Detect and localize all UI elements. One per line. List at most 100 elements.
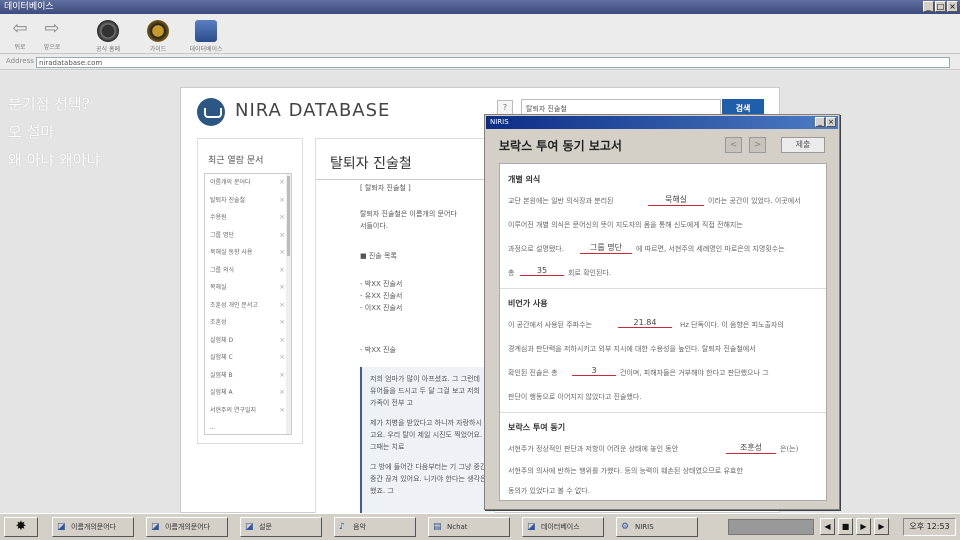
close-icon[interactable]: × [279, 332, 285, 350]
list-item[interactable]: 실험체 B × [205, 367, 291, 385]
guide-button[interactable]: 가이드 [138, 18, 178, 53]
taskbar-item[interactable]: ⚙ NIRIS [616, 517, 698, 537]
niris-window-title: NIRIS [490, 118, 509, 126]
arrow-right-icon: ⇨ [44, 18, 60, 39]
report-text: 교단 본원에는 일반 의식장과 분리된 [508, 197, 614, 205]
list-item[interactable]: 묵해실 동향 사용 × [205, 244, 291, 262]
statement-heading: - 박XX 진술 [360, 346, 396, 354]
divider [316, 179, 494, 180]
address-bar: Address [0, 55, 960, 70]
emblem-icon [147, 20, 169, 42]
answer-blank[interactable]: 35 [520, 266, 564, 276]
list-item[interactable]: ... [205, 419, 291, 434]
close-icon[interactable]: × [279, 227, 285, 245]
report-text: 서현주가 정상적인 판단과 저항이 어려운 상태에 놓인 동안 [508, 445, 679, 453]
close-icon[interactable]: × [279, 297, 285, 315]
report-text: 회로 확인된다. [568, 269, 612, 277]
start-button[interactable]: ✸ [4, 517, 38, 537]
taskbar-item[interactable]: ◪ 설문 [240, 517, 322, 537]
taskbar-item[interactable]: ◪ 이름개의문어다 [146, 517, 228, 537]
document-desc: 탈퇴자 진술철은 이름개의 문어다 [360, 210, 457, 218]
media-progress-bar[interactable] [728, 519, 814, 535]
niris-titlebar: NIRIS _ × [486, 116, 838, 129]
list-item[interactable]: 목해실 × [205, 279, 291, 297]
stop-icon: ■ [841, 522, 850, 531]
site-title: NIRA DATABASE [235, 100, 391, 121]
answer-blank[interactable]: 21.84 [618, 318, 672, 328]
close-icon[interactable]: × [279, 367, 285, 385]
close-icon[interactable]: × [279, 402, 285, 420]
report-body: 개별 의식 교단 본원에는 일반 의식장과 분리된 묵해실 이라는 공간이 있었… [499, 163, 827, 501]
taskbar-item[interactable]: ▤ Nchat [428, 517, 510, 537]
close-icon[interactable]: × [279, 279, 285, 297]
close-button[interactable]: × [947, 1, 958, 12]
list-item[interactable]: 탈퇴자 진술철 × [205, 192, 291, 210]
list-item[interactable]: 실험체 A × [205, 384, 291, 402]
document-title: 탈퇴자 진술철 [330, 156, 412, 172]
official-home-button[interactable]: 공식 홈페 [88, 18, 128, 53]
list-item[interactable]: 그룹 명단 × [205, 227, 291, 245]
minimize-button[interactable]: _ [923, 1, 934, 12]
list-item[interactable]: 서현주의 연구일지 × [205, 402, 291, 420]
report-text: 총 [508, 269, 515, 277]
handwritten-note: 오 설마 [8, 123, 55, 141]
report-text: Hz 단독이다. 이 음향은 피노출자의 [680, 321, 784, 329]
report-text: 이 공간에서 사용된 주파수는 [508, 321, 592, 329]
window-title: 데이터베이스 [4, 2, 54, 12]
recent-documents-panel: 최근 열람 문서 이름개의 문어다 × 탈퇴자 진술철 × 수용원 × 그룹 명단 × … [197, 138, 303, 444]
answer-blank[interactable]: 3 [572, 366, 616, 376]
database-button[interactable]: 데이터베이스 [186, 18, 226, 53]
answer-blank[interactable]: 그룹 명단 [580, 242, 632, 254]
database-icon [195, 20, 217, 42]
taskbar-item[interactable]: ◪ 데이터베이스 [522, 517, 604, 537]
address-input[interactable] [36, 57, 950, 68]
answer-blank[interactable]: 조훈성 [726, 442, 776, 454]
report-text: 건이며, 피해자들은 거부해야 한다고 판단했으나 그 [620, 369, 769, 377]
close-icon[interactable]: × [279, 314, 285, 332]
submit-button[interactable]: 제출 [781, 137, 825, 153]
answer-blank[interactable]: 묵해실 [648, 194, 704, 206]
minimize-button[interactable]: _ [815, 117, 825, 127]
statement-link[interactable]: - 박XX 진술서 [360, 279, 402, 290]
stop-button[interactable]: ■ [838, 518, 853, 535]
close-icon[interactable]: × [279, 244, 285, 262]
close-icon[interactable]: × [279, 174, 285, 192]
list-item[interactable]: 수용원 × [205, 209, 291, 227]
forward-button[interactable]: ⇨ 앞으로 [32, 18, 72, 51]
play-button[interactable]: ▶ [856, 518, 871, 535]
close-button[interactable]: × [826, 117, 836, 127]
close-icon[interactable]: × [279, 262, 285, 280]
next-track-button[interactable]: ▶ [874, 518, 889, 535]
taskbar-item[interactable]: ◪ 이름개의문어다 [52, 517, 134, 537]
close-icon[interactable]: × [279, 192, 285, 210]
taskbar-item[interactable]: ♪ 음악 [334, 517, 416, 537]
recent-documents-title: 최근 열람 문서 [208, 156, 264, 166]
statement-link[interactable]: - 유XX 진술서 [360, 291, 402, 302]
recent-list-scrollbar[interactable] [286, 174, 291, 434]
statement-quote: 저희 엄마가 많이 아프셨죠. 그 그런데 유어들을 드시고 두 달 그걸 보고… [360, 367, 494, 513]
list-item[interactable]: 이름개의 문어다 × [205, 174, 291, 192]
report-text: 확인된 진술은 총 [508, 369, 558, 377]
list-item[interactable]: 실험체 D × [205, 332, 291, 350]
statement-link[interactable]: - 이XX 진술서 [360, 303, 402, 314]
prev-page-button[interactable]: < [725, 137, 742, 153]
close-icon[interactable]: × [279, 384, 285, 402]
niris-window: NIRIS _ × 보락스 투여 동기 보고서 < > 제출 개별 의식 교단 … [484, 114, 840, 510]
statement-list-heading: ■ 진술 목록 [360, 252, 397, 260]
window-icon: ◪ [57, 522, 66, 532]
report-title: 보락스 투여 동기 보고서 [499, 139, 622, 153]
next-page-button[interactable]: > [749, 137, 766, 153]
list-item[interactable]: 그룹 의식 × [205, 262, 291, 280]
close-icon[interactable]: × [279, 209, 285, 227]
list-item[interactable]: 조훈성 개인 문서고 × [205, 297, 291, 315]
window-icon: ◪ [527, 522, 536, 532]
report-text: 서현주의 의사에 반하는 행위를 가했다. 등의 능력이 훼손된 상태였으므로 … [508, 467, 743, 475]
maximize-button[interactable]: □ [935, 1, 946, 12]
octopus-icon: ✸ [15, 519, 27, 534]
list-item[interactable]: 조훈성 × [205, 314, 291, 332]
octopus-icon [97, 20, 119, 42]
list-item[interactable]: 실험체 C × [205, 349, 291, 367]
close-icon[interactable]: × [279, 349, 285, 367]
play-icon: ▶ [860, 522, 867, 531]
previous-track-button[interactable]: ◀ [820, 518, 835, 535]
